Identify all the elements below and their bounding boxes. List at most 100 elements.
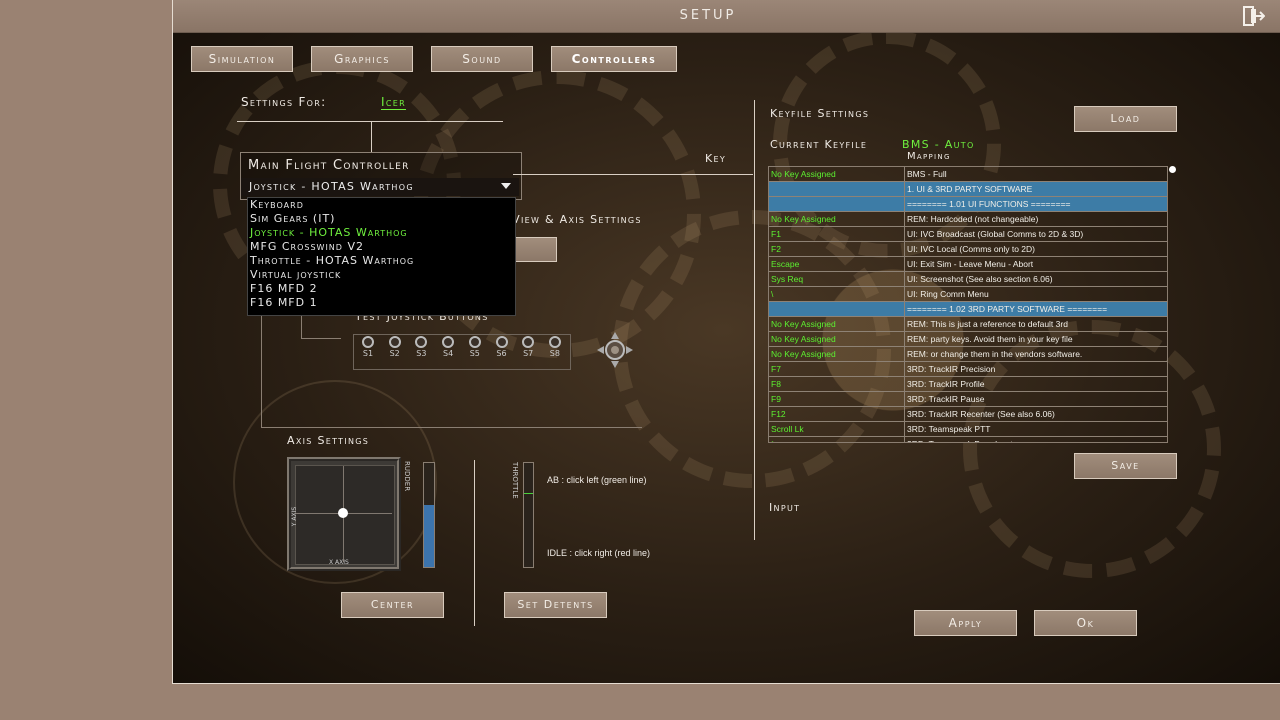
- title-bar: Setup: [173, 0, 1280, 33]
- dropdown-option[interactable]: F16 MFD 1: [248, 296, 515, 310]
- key-column-header: Key: [705, 152, 727, 165]
- dropdown-option[interactable]: Virtual joystick: [248, 268, 515, 282]
- key-cell: Scroll Lk: [769, 422, 905, 436]
- table-row[interactable]: ======== 1.01 UI FUNCTIONS ========: [769, 197, 1167, 212]
- axis-cursor: [338, 508, 348, 518]
- tab-controllers[interactable]: Controllers: [551, 46, 677, 72]
- tab-sound[interactable]: Sound: [431, 46, 533, 72]
- apply-button[interactable]: Apply: [914, 610, 1017, 636]
- mapping-cell: 1. UI & 3RD PARTY SOFTWARE: [907, 184, 1033, 194]
- key-cell: \: [769, 287, 905, 301]
- table-row[interactable]: No Key Assigned REM: or change them in th…: [769, 347, 1167, 362]
- setup-window: Setup Simulation Graphics Sound Controll…: [172, 0, 1280, 684]
- test-button-label: S3: [416, 349, 427, 358]
- table-row[interactable]: \ UI: Ring Comm Menu: [769, 287, 1167, 302]
- mapping-cell: ======== 1.02 3RD PARTY SOFTWARE =======…: [907, 304, 1108, 314]
- key-cell: No Key Assigned: [769, 212, 905, 226]
- dropdown-option[interactable]: Joystick - HOTAS Warthog: [248, 226, 515, 240]
- load-button[interactable]: Load: [1074, 106, 1177, 132]
- table-row[interactable]: No Key Assigned REM: Hardcoded (not chang…: [769, 212, 1167, 227]
- key-cell: [769, 197, 905, 211]
- controller-select[interactable]: Joystick - HOTAS Warthog: [241, 178, 519, 196]
- throttle-bar[interactable]: [523, 462, 534, 568]
- test-button-label: S2: [389, 349, 400, 358]
- dropdown-option[interactable]: F16 MFD 2: [248, 282, 515, 296]
- input-label: Input: [769, 501, 801, 514]
- table-row[interactable]: 1. UI & 3RD PARTY SOFTWARE: [769, 182, 1167, 197]
- test-button-label: S4: [443, 349, 454, 358]
- dropdown-option[interactable]: Sim Gears (IT): [248, 212, 515, 226]
- divider: [301, 338, 341, 339]
- table-row[interactable]: Scroll Lk 3RD: Teamspeak PTT: [769, 422, 1167, 437]
- divider: [474, 460, 475, 626]
- axis-settings-title: Axis Settings: [287, 434, 370, 447]
- key-cell: *: [769, 437, 905, 442]
- table-row[interactable]: No Key Assigned REM: party keys. Avoid th…: [769, 332, 1167, 347]
- mapping-cell: 3RD: TrackIR Precision: [907, 364, 996, 374]
- pilot-name[interactable]: Icer: [381, 95, 406, 110]
- table-row[interactable]: No Key Assigned BMS - Full: [769, 167, 1167, 182]
- button-indicator-icon: [415, 336, 428, 348]
- table-row[interactable]: F7 3RD: TrackIR Precision: [769, 362, 1167, 377]
- test-button-label: S7: [523, 349, 534, 358]
- center-button[interactable]: Center: [341, 592, 444, 618]
- table-row[interactable]: Sys Req UI: Screenshot (See also section …: [769, 272, 1167, 287]
- table-row[interactable]: F2 UI: IVC Local (Comms only to 2D): [769, 242, 1167, 257]
- mapping-cell: UI: IVC Local (Comms only to 2D): [907, 244, 1036, 254]
- button-indicator-icon: [388, 336, 401, 348]
- mapping-cell: ======== 1.01 UI FUNCTIONS ========: [907, 199, 1071, 209]
- mapping-cell: 3RD: Teamspeak Broadcast: [905, 437, 1167, 442]
- test-button-indicator: S4: [437, 334, 459, 358]
- x-axis-label: X AXIS: [329, 559, 349, 566]
- set-detents-button[interactable]: Set Detents: [504, 592, 607, 618]
- controller-dropdown-list: Keyboard Sim Gears (IT) Joystick - HOTAS W…: [247, 197, 516, 316]
- dropdown-option[interactable]: Throttle - HOTAS Warthog: [248, 254, 515, 268]
- save-button[interactable]: Save: [1074, 453, 1177, 479]
- mapping-cell: REM: Hardcoded (not changeable): [907, 214, 1039, 224]
- divider: [513, 174, 753, 175]
- mapping-column-header: Mapping: [907, 151, 951, 162]
- window-title: Setup: [679, 8, 737, 23]
- scrollbar-thumb[interactable]: [1169, 166, 1176, 173]
- dropdown-option[interactable]: MFG Crosswind V2: [248, 240, 515, 254]
- table-row[interactable]: Escape UI: Exit Sim - Leave Menu - Abort: [769, 257, 1167, 272]
- mapping-cell: UI: Screenshot (See also section 6.06): [907, 274, 1053, 284]
- chevron-down-icon[interactable]: [501, 183, 511, 189]
- divider: [237, 121, 503, 122]
- table-row[interactable]: F8 3RD: TrackIR Profile: [769, 377, 1167, 392]
- mapping-cell: BMS - Full: [907, 169, 947, 179]
- exit-icon[interactable]: [1243, 6, 1266, 26]
- controller-select-value: Joystick - HOTAS Warthog: [249, 180, 414, 193]
- tab-graphics[interactable]: Graphics: [311, 46, 413, 72]
- mapping-cell: UI: IVC Broadcast (Global Comms to 2D & …: [907, 229, 1084, 239]
- table-row[interactable]: *3RD: Teamspeak Broadcast: [769, 437, 1167, 442]
- key-cell: [769, 302, 905, 316]
- key-cell: No Key Assigned: [769, 167, 905, 181]
- current-keyfile-label: Current Keyfile: [770, 138, 868, 151]
- mapping-cell: 3RD: TrackIR Pause: [907, 394, 985, 404]
- mapping-cell: REM: party keys. Avoid them in your key …: [907, 334, 1073, 344]
- table-row[interactable]: ======== 1.02 3RD PARTY SOFTWARE =======…: [769, 302, 1167, 317]
- button-indicator-icon: [548, 336, 561, 348]
- mapping-cell: 3RD: Teamspeak PTT: [907, 424, 991, 434]
- key-cell: Sys Req: [769, 272, 905, 286]
- table-row[interactable]: F1 UI: IVC Broadcast (Global Comms to 2D …: [769, 227, 1167, 242]
- test-button-indicator: S3: [410, 334, 432, 358]
- table-row[interactable]: No Key Assigned REM: This is just a refer…: [769, 317, 1167, 332]
- key-cell: F7: [769, 362, 905, 376]
- tab-simulation[interactable]: Simulation: [191, 46, 293, 72]
- button-indicator-icon: [442, 336, 455, 348]
- button-indicator-icon: [468, 336, 481, 348]
- test-button-indicator: S8: [544, 334, 566, 358]
- table-row[interactable]: F12 3RD: TrackIR Recenter (See also 6.06): [769, 407, 1167, 422]
- key-cell: F9: [769, 392, 905, 406]
- xy-axis-pad[interactable]: X AXIS Y AXIS: [287, 457, 401, 571]
- key-mapping-table: No Key Assigned BMS - Full 1. UI & 3RD PAR…: [768, 166, 1168, 443]
- hat-switch-icon: [595, 330, 635, 370]
- table-row[interactable]: F9 3RD: TrackIR Pause: [769, 392, 1167, 407]
- dropdown-option[interactable]: Keyboard: [248, 198, 515, 212]
- test-button-indicator: S6: [491, 334, 513, 358]
- ok-button[interactable]: Ok: [1034, 610, 1137, 636]
- current-keyfile-value: BMS - Auto: [902, 138, 975, 151]
- button-indicator-icon: [495, 336, 508, 348]
